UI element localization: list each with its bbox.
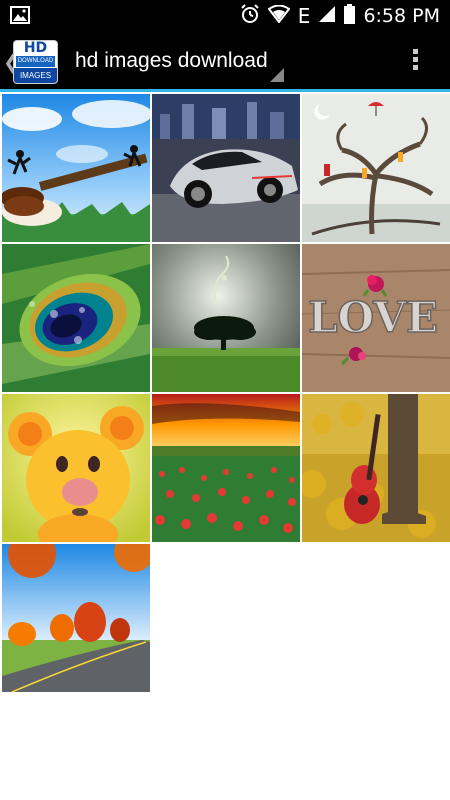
thumbnail-peacock-feather[interactable] — [2, 244, 150, 392]
signal-icon — [318, 5, 336, 28]
thumbnail-tree-field[interactable] — [152, 244, 300, 392]
thumbnail-yellow-bear[interactable] — [2, 394, 150, 542]
alarm-icon — [240, 3, 260, 29]
app-logo-icon[interactable]: HD DOWNLOAD IMAGES — [13, 40, 58, 84]
image-notification-icon — [10, 6, 30, 24]
spinner-triangle-icon[interactable] — [270, 68, 284, 82]
thumbnail-sports-car[interactable] — [152, 94, 300, 242]
action-bar-accent-line — [0, 89, 450, 92]
thumbnail-fantasy-tree[interactable] — [302, 94, 450, 242]
logo-text-bottom: IMAGES — [14, 68, 57, 83]
status-bar: E 6:58 PM — [0, 0, 450, 32]
wifi-icon — [267, 4, 291, 28]
logo-text-top: HD — [23, 40, 48, 56]
logo-text-middle: DOWNLOAD — [16, 56, 55, 67]
thumbnail-guitar-sky[interactable] — [2, 94, 150, 242]
network-type-label: E — [297, 4, 311, 28]
overflow-menu-button[interactable] — [405, 46, 425, 76]
clock-time: 6:58 PM — [363, 5, 440, 27]
thumbnail-guitar-autumn[interactable] — [302, 394, 450, 542]
thumbnail-autumn-road[interactable] — [2, 544, 150, 692]
battery-icon — [344, 3, 356, 29]
thumbnail-poppy-field[interactable] — [152, 394, 300, 542]
svg-text:LOVE: LOVE — [308, 293, 438, 342]
app-title[interactable]: hd images download — [75, 49, 268, 73]
thumbnail-love-wood[interactable]: LOVE — [302, 244, 450, 392]
